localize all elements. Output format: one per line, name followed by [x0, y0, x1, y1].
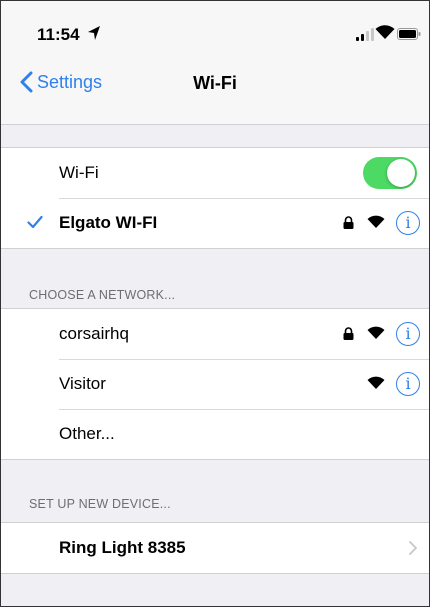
- device-name: Ring Light 8385: [59, 538, 186, 557]
- wifi-label: Wi-Fi: [59, 163, 99, 182]
- page-title: Wi-Fi: [193, 73, 237, 93]
- wifi-icon: [367, 326, 385, 339]
- navigation-bar: Settings Wi-Fi: [1, 65, 429, 105]
- network-row-visitor[interactable]: Visitor i: [1, 359, 429, 409]
- wifi-icon: [367, 376, 385, 389]
- new-device-header: SET UP NEW DEVICE...: [29, 497, 171, 511]
- connected-network-name: Elgato WI-FI: [59, 213, 158, 232]
- settings-screen: 11:54 Settings Wi-Fi Wi-Fi Elgato WI-FI …: [0, 0, 430, 607]
- info-icon[interactable]: i: [396, 322, 420, 346]
- location-arrow-icon: [88, 26, 100, 40]
- wifi-toggle[interactable]: [363, 157, 417, 189]
- connected-network-row[interactable]: Elgato WI-FI i: [1, 198, 429, 248]
- choose-network-header: CHOOSE A NETWORK...: [29, 288, 176, 302]
- new-device-list: Ring Light 8385: [1, 522, 429, 574]
- toggle-knob: [387, 159, 415, 187]
- device-row-ring-light[interactable]: Ring Light 8385: [1, 523, 429, 573]
- checkmark-icon: [27, 215, 43, 229]
- lock-icon: [343, 327, 354, 340]
- info-icon[interactable]: i: [396, 211, 420, 235]
- network-list: corsairhq i Visitor i Other...: [1, 308, 429, 460]
- network-row-corsairhq[interactable]: corsairhq i: [1, 309, 429, 359]
- wifi-group: Wi-Fi Elgato WI-FI i: [1, 147, 429, 249]
- network-row-other[interactable]: Other...: [1, 409, 429, 459]
- network-name: corsairhq: [59, 324, 129, 343]
- wifi-toggle-row: Wi-Fi: [1, 148, 429, 198]
- chevron-right-icon: [409, 541, 417, 555]
- network-name: Visitor: [59, 374, 106, 393]
- info-icon[interactable]: i: [396, 372, 420, 396]
- status-wifi-icon: [375, 25, 395, 39]
- other-network-label: Other...: [59, 424, 115, 443]
- wifi-icon: [367, 215, 385, 228]
- status-bar: 11:54: [1, 1, 429, 61]
- lock-icon: [343, 216, 354, 229]
- header: 11:54 Settings Wi-Fi: [1, 1, 429, 125]
- battery-icon: [397, 28, 421, 40]
- status-time: 11:54: [37, 25, 80, 44]
